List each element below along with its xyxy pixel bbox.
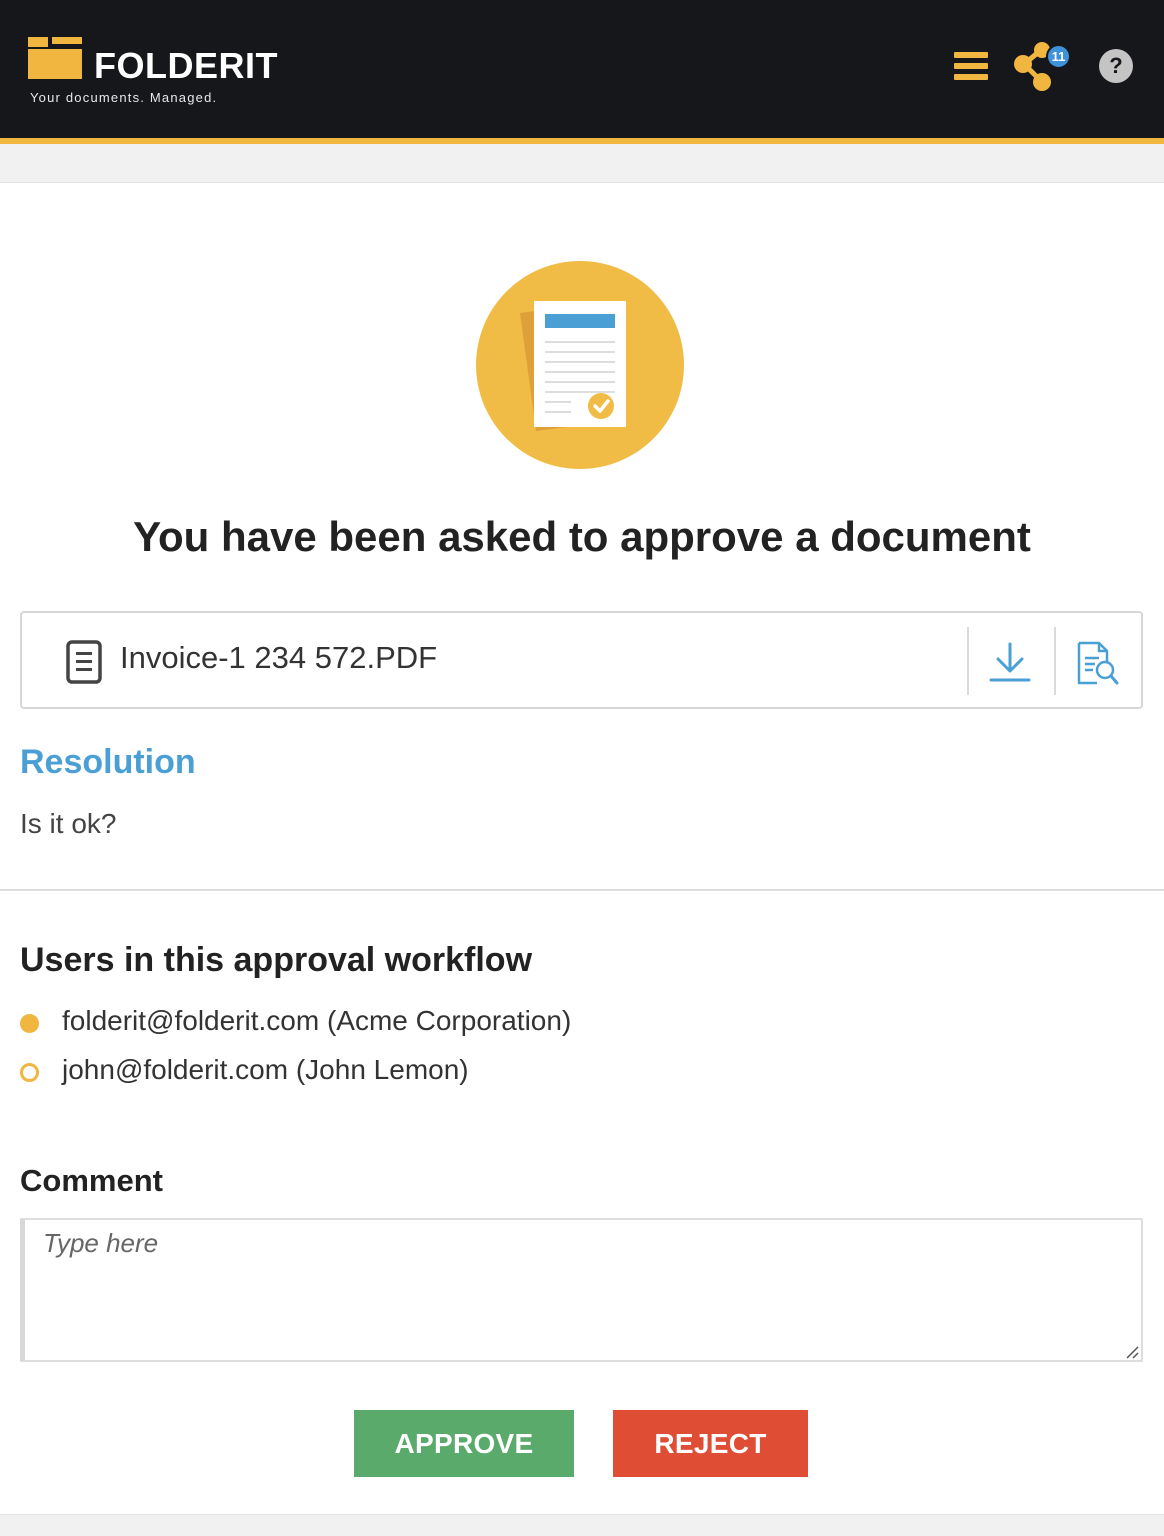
brand-name: FOLDERIT (94, 45, 278, 86)
document-approval-icon (476, 261, 684, 469)
section-divider (0, 889, 1164, 891)
header-accent-line (0, 138, 1164, 144)
hamburger-menu-icon[interactable] (954, 52, 988, 80)
approved-status-dot (20, 1014, 39, 1033)
resize-grip-icon[interactable] (1123, 1343, 1139, 1359)
preview-document-icon[interactable] (1075, 640, 1119, 686)
top-bar: FOLDERIT Your documents. Managed. 11 ? (0, 0, 1164, 138)
page-title: You have been asked to approve a documen… (133, 513, 1031, 560)
resolution-text: Is it ok? (20, 808, 117, 839)
divider (1054, 627, 1056, 695)
document-name[interactable]: Invoice-1 234 572.PDF (120, 640, 437, 676)
help-icon[interactable]: ? (1099, 49, 1133, 83)
folder-icon (28, 37, 82, 79)
workflow-user-label: john@folderit.com (John Lemon) (62, 1054, 469, 1085)
notification-badge[interactable]: 11 (1046, 44, 1071, 69)
resolution-heading: Resolution (20, 743, 196, 781)
approval-card: You have been asked to approve a documen… (0, 182, 1164, 1515)
file-icon (66, 640, 102, 684)
approve-button[interactable]: APPROVE (354, 1410, 574, 1477)
download-icon[interactable] (988, 640, 1032, 684)
pending-status-dot (20, 1063, 39, 1082)
workflow-user-label: folderit@folderit.com (Acme Corporation) (62, 1005, 572, 1036)
reject-button[interactable]: REJECT (613, 1410, 808, 1477)
workflow-users-heading: Users in this approval workflow (20, 941, 533, 979)
document-row: Invoice-1 234 572.PDF (20, 611, 1143, 709)
comment-heading: Comment (20, 1163, 163, 1198)
divider (967, 627, 969, 695)
brand-tagline: Your documents. Managed. (30, 90, 218, 105)
comment-textarea[interactable] (20, 1218, 1143, 1362)
